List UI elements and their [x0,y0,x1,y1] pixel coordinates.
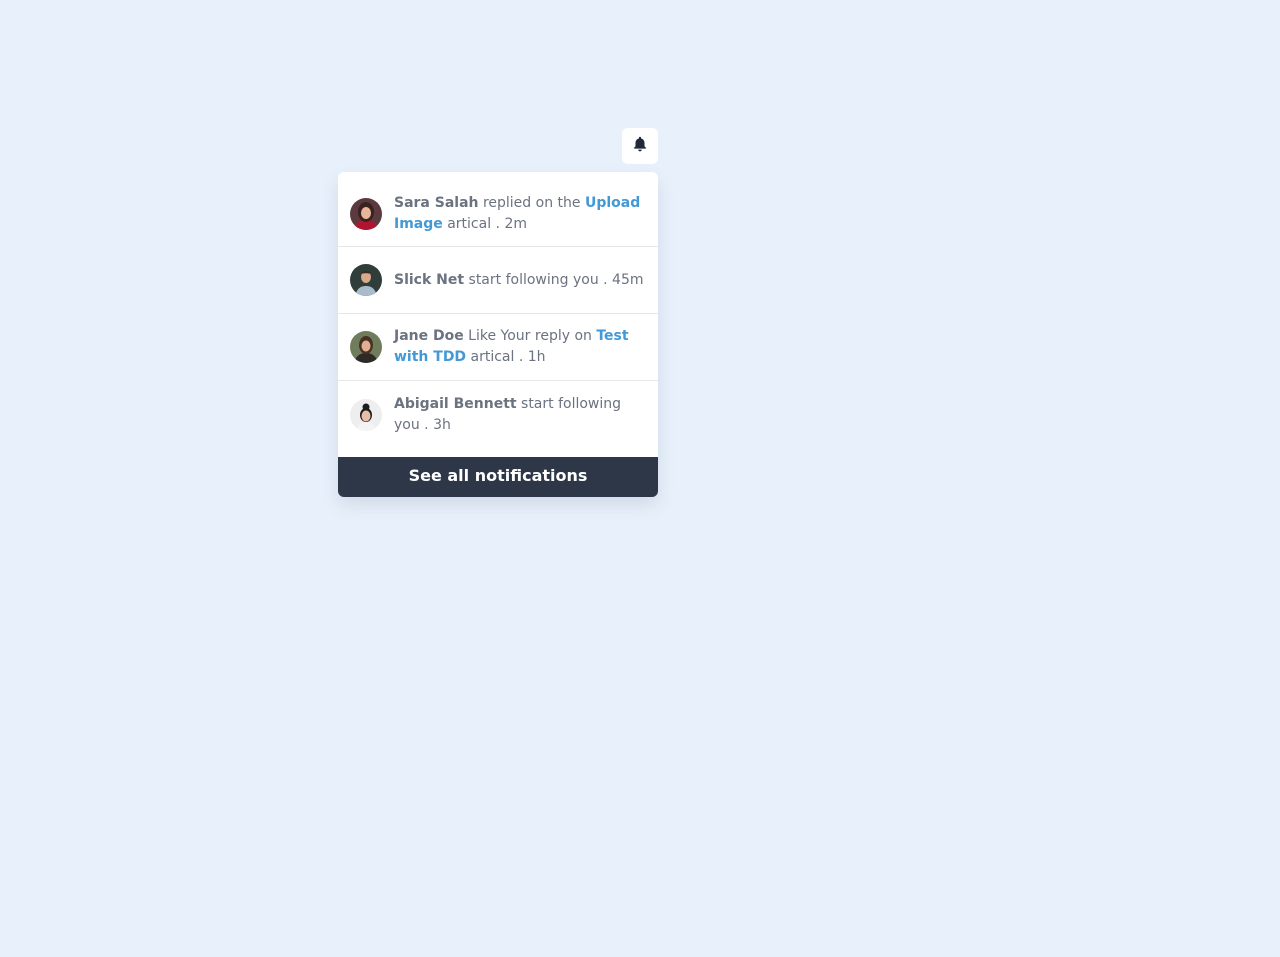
notification-action: replied on the [478,194,585,211]
notification-bell-button[interactable] [622,128,658,164]
notification-text: Slick Net start following you . 45m [394,270,644,291]
notification-item[interactable]: Abigail Bennett start following you . 3h [338,381,658,448]
notification-item[interactable]: Jane Doe Like Your reply on Test with TD… [338,314,658,381]
notification-text: Sara Salah replied on the Upload Image a… [394,193,646,235]
notification-item[interactable]: Slick Net start following you . 45m [338,247,658,314]
notification-suffix: artical . 2m [442,215,527,232]
notification-text: Abigail Bennett start following you . 3h [394,394,646,436]
notification-user-name[interactable]: Abigail Bennett [394,396,517,412]
avatar-jane [350,331,382,363]
notification-text: Jane Doe Like Your reply on Test with TD… [394,326,646,368]
notification-suffix: artical . 1h [466,349,546,365]
notifications-dropdown: Sara Salah replied on the Upload Image a… [338,172,658,497]
notification-list: Sara Salah replied on the Upload Image a… [338,172,658,457]
avatar-abigail [350,398,382,431]
notification-item[interactable]: Sara Salah replied on the Upload Image a… [338,185,658,247]
notification-action: Like Your reply on [463,328,597,344]
notification-user-name[interactable]: Sara Salah [394,195,479,211]
avatar-sara [350,197,382,230]
notification-action: start following you . 45m [464,271,644,288]
avatar-slick [350,264,382,296]
notification-user-name[interactable]: Jane Doe [394,328,464,344]
bell-icon [633,136,647,156]
see-all-notifications-button[interactable]: See all notifications [338,457,658,497]
notification-user-name[interactable]: Slick Net [394,272,464,288]
